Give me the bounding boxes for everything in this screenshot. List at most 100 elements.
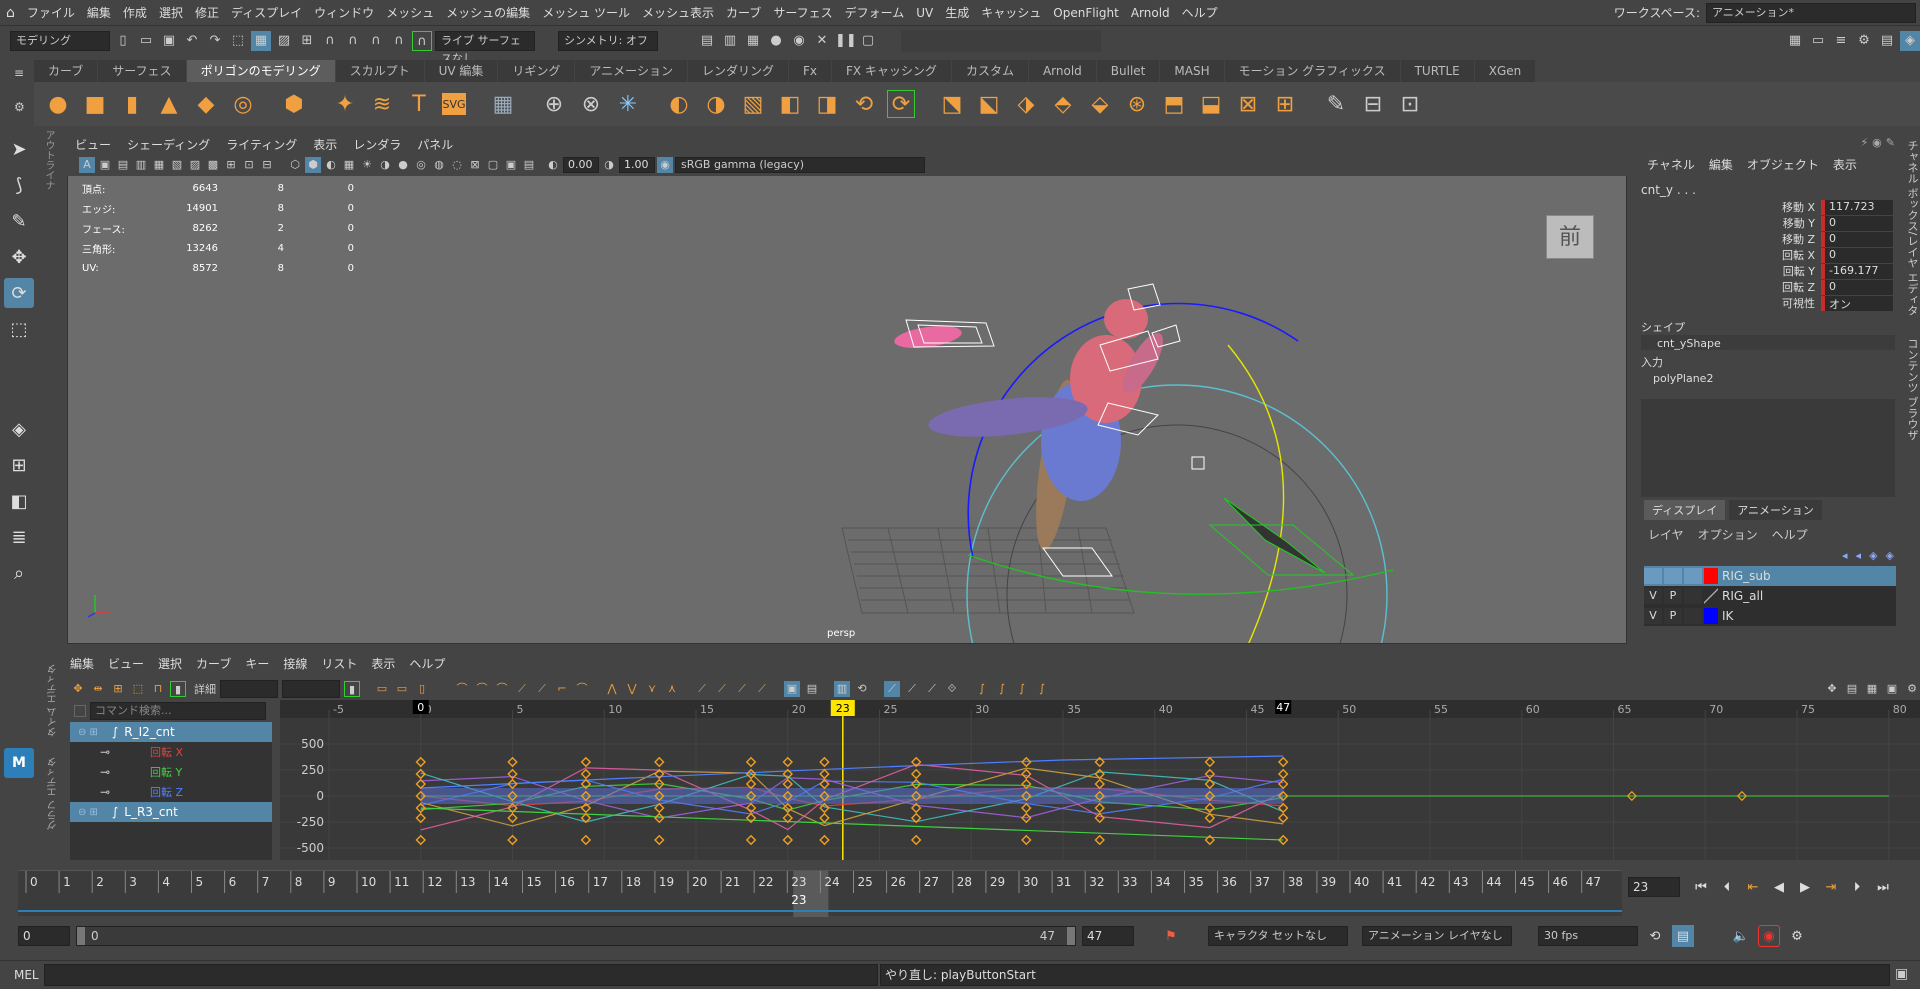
range-handle-left[interactable] [77, 927, 85, 945]
layer-new-empty-icon[interactable]: ◈ [1869, 549, 1877, 562]
xray-components-icon[interactable]: ▤ [521, 157, 537, 173]
quick-layout-icon[interactable]: ◈ [4, 414, 34, 444]
layer-display-type[interactable] [1684, 588, 1702, 604]
shelf-tab-curves[interactable]: カーブ [34, 60, 98, 82]
xray-icon[interactable]: ▢ [485, 157, 501, 173]
field-chart-icon[interactable]: ⊞ [223, 157, 239, 173]
layer-row-rig-sub[interactable]: RIG_sub [1644, 566, 1896, 586]
target-weld-icon[interactable]: ⊞ [1271, 90, 1299, 118]
view-cube[interactable]: 前 [1546, 215, 1594, 259]
go-to-end-icon[interactable]: ⏭ [1872, 876, 1894, 898]
lock-icon[interactable]: ⟐ [944, 681, 960, 697]
shelf-tab-xgen[interactable]: XGen [1474, 60, 1536, 82]
cache-playback-icon[interactable]: ▤ [1672, 925, 1694, 947]
stacked-view-icon[interactable]: ▥ [834, 681, 850, 697]
four-view-icon[interactable]: ⊞ [4, 450, 34, 480]
cb-attr-rotate-z[interactable]: 回転 Z0 [1637, 279, 1899, 295]
multi-cut-icon[interactable]: ✎ [1322, 90, 1350, 118]
poly-cube-icon[interactable]: ■ [81, 90, 109, 118]
shelf-tab-rigging[interactable]: リギング [498, 60, 575, 82]
script-editor-icon[interactable]: ▣ [1895, 966, 1908, 982]
new-scene-icon[interactable]: ▯ [113, 31, 133, 51]
attribute-editor-icon[interactable]: ≡ [1831, 31, 1851, 51]
menu-arnold[interactable]: Arnold [1125, 6, 1176, 20]
live-surface-field[interactable]: ライブ サーフェスなし [435, 31, 535, 65]
open-scene-icon[interactable]: ▭ [136, 31, 156, 51]
linear-tangent-icon[interactable]: ⟋ [514, 681, 530, 697]
shadows-icon[interactable]: ◑ [377, 157, 393, 173]
fps-select[interactable]: 30 fps [1538, 926, 1638, 946]
gate-mask-icon[interactable]: ▩ [205, 157, 221, 173]
persp-graph-icon[interactable]: ◧ [4, 486, 34, 516]
euler-filter-icon[interactable]: ∫ [994, 681, 1010, 697]
step-tangent-icon[interactable]: ⌐ [554, 681, 570, 697]
ge-trax-icon[interactable]: ▣ [1884, 681, 1900, 697]
ge-menu-tangents[interactable]: 接線 [283, 655, 307, 672]
shelf-options-icon[interactable]: ≡ [14, 66, 30, 82]
ao-icon[interactable]: ● [395, 157, 411, 173]
ui-layout-icon[interactable]: ▦ [1785, 31, 1805, 51]
snap-view-icon[interactable]: ∩ [366, 31, 386, 51]
color-manage-icon[interactable]: ◉ [657, 157, 673, 173]
loop-icon[interactable]: ⟲ [1644, 925, 1666, 947]
dof-icon[interactable]: ◌ [449, 157, 465, 173]
edge-loop-icon[interactable]: ⊛ [1123, 90, 1151, 118]
menu-file[interactable]: ファイル [21, 4, 81, 21]
wireframe-icon[interactable]: ⬡ [287, 157, 303, 173]
textured-icon[interactable]: ▦ [341, 157, 357, 173]
bevel-icon[interactable]: ⬗ [1012, 90, 1040, 118]
default-material-icon[interactable]: ◐ [323, 157, 339, 173]
shelf-tab-arnold[interactable]: Arnold [1028, 60, 1096, 82]
smooth-shade-icon[interactable]: ⬢ [305, 157, 321, 173]
gamma-icon[interactable]: ◑ [601, 157, 617, 173]
snapshot-icon[interactable]: ⟋ [734, 681, 750, 697]
select-camera-icon[interactable]: A [79, 157, 95, 173]
resolution-gate-icon[interactable]: ▨ [187, 157, 203, 173]
poly-platonic-icon[interactable]: ⬢ [280, 90, 308, 118]
select-object-icon[interactable]: ▦ [251, 31, 271, 51]
gamma-field[interactable]: 1.00 [619, 157, 655, 173]
retopo-icon[interactable]: ⟳ [887, 90, 915, 118]
region-key-icon[interactable]: ⬚ [130, 681, 146, 697]
menu-deform[interactable]: デフォーム [839, 4, 911, 21]
layer-menu-layers[interactable]: レイヤ [1648, 526, 1684, 543]
lasso-tool-icon[interactable]: ⟆ [4, 170, 34, 200]
free-weight-icon[interactable]: ⋎ [644, 681, 660, 697]
exposure-field[interactable]: 0.00 [563, 157, 599, 173]
buffer-curve-icon[interactable]: ⟋ [694, 681, 710, 697]
step-forward-key-icon[interactable]: ⇥ [1820, 876, 1842, 898]
cb-menu-show[interactable]: 表示 [1833, 156, 1857, 173]
shelf-tab-bullet[interactable]: Bullet [1096, 60, 1160, 82]
menu-create[interactable]: 作成 [117, 4, 153, 21]
layer-tab-animation[interactable]: アニメーション [1729, 500, 1822, 520]
right-side-tabs[interactable]: チャネル ボックス/レイヤ エディタ コンテンツ ブラウザ [1900, 140, 1920, 500]
safe-title-icon[interactable]: ⊟ [259, 157, 275, 173]
render-frame-icon[interactable]: ▤ [697, 31, 717, 51]
ge-menu-curves[interactable]: カーブ [196, 655, 231, 672]
select-component-icon[interactable]: ▨ [274, 31, 294, 51]
layer-name[interactable]: RIG_sub [1720, 569, 1771, 583]
auto-key-icon[interactable]: ⚑ [1160, 925, 1182, 947]
pre-infinity-icon[interactable]: ⟋ [754, 681, 770, 697]
pin-icon[interactable]: ∫ [974, 681, 990, 697]
layer-tab-display[interactable]: ディスプレイ [1644, 500, 1726, 520]
play-forward-icon[interactable]: ▶ [1794, 876, 1816, 898]
cb-attr-rotate-y[interactable]: 回転 Y -169.177 [1637, 263, 1899, 279]
outliner-tab[interactable]: アウトライナ [40, 130, 56, 230]
menu-uv[interactable]: UV [910, 6, 939, 20]
menu-surfaces[interactable]: サーフェス [767, 4, 838, 21]
ge-outliner-channel[interactable]: ⊸ 回転 X [70, 742, 272, 762]
infinity-icon[interactable]: ⟋ [904, 681, 920, 697]
super-shape-icon[interactable]: ✦ [331, 90, 359, 118]
hypershade-icon[interactable]: ◉ [789, 31, 809, 51]
workspace-select[interactable]: アニメーション* [1706, 2, 1916, 23]
ge-layout-icon[interactable]: ✥ [1824, 681, 1840, 697]
cb-menu-channels[interactable]: チャネル [1647, 156, 1695, 173]
layer-color-swatch[interactable] [1704, 588, 1718, 604]
layer-playback-toggle[interactable]: P [1664, 608, 1682, 624]
mode-select[interactable]: モデリング [10, 31, 110, 51]
menu-select[interactable]: 選択 [153, 4, 189, 21]
layer-name[interactable]: RIG_all [1720, 589, 1763, 603]
symmetry-select[interactable]: シンメトリ: オフ [558, 31, 658, 51]
move-tool-icon[interactable]: ✥ [4, 242, 34, 272]
